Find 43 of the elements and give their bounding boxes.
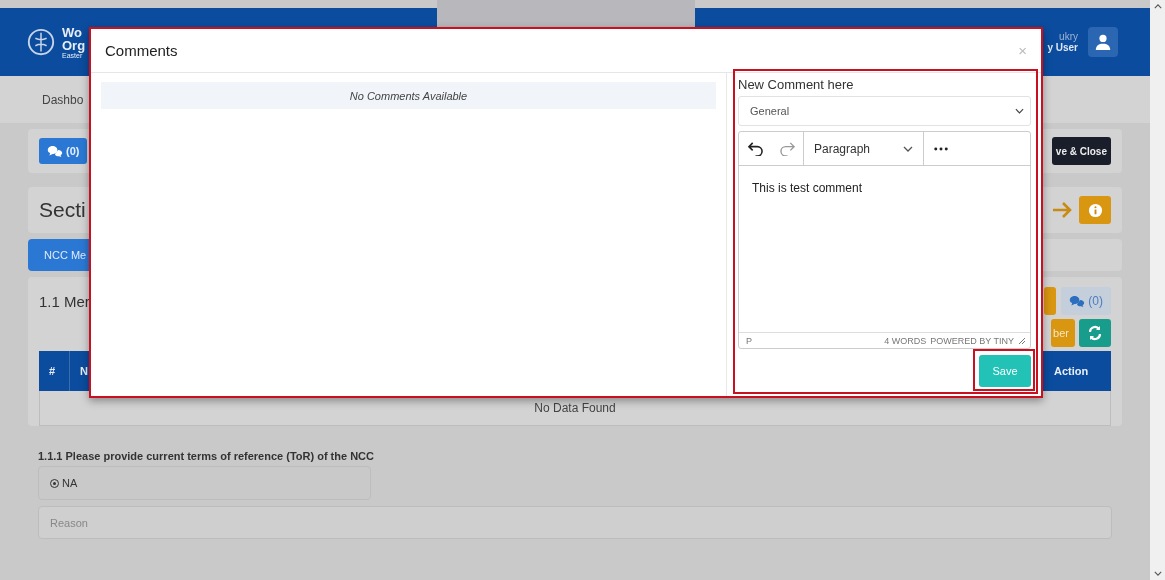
branding-link[interactable]: POWERED BY TINY (930, 335, 1014, 346)
arrow-right-icon (1051, 200, 1073, 220)
section-title: Secti (39, 198, 86, 222)
logo-text: Wo (62, 25, 83, 39)
scroll-down-icon[interactable] (1153, 571, 1162, 576)
subsection-title: 1.1 Mer (39, 292, 90, 310)
refresh-button[interactable] (1079, 319, 1111, 347)
column-header: # (39, 351, 70, 391)
radio-option[interactable]: NA (50, 477, 78, 489)
reason-field[interactable]: Reason (38, 506, 1112, 539)
scrollbar[interactable] (1150, 0, 1165, 580)
element-path: P (746, 335, 752, 346)
scroll-up-icon[interactable] (1153, 4, 1162, 9)
refresh-icon (1087, 325, 1103, 341)
chat-icon (47, 144, 63, 158)
chevron-down-icon (1015, 108, 1024, 114)
dialog-title: Comments (105, 42, 178, 59)
comments-button[interactable]: (0) (1061, 287, 1111, 315)
comments-button[interactable]: (0) (39, 138, 88, 164)
user-avatar-icon[interactable] (1088, 27, 1118, 57)
category-select[interactable]: General (738, 96, 1031, 126)
question-label: 1.1.1 Please provide current terms of reference (ToR) of the NCC (38, 450, 375, 462)
chat-icon (1069, 294, 1086, 308)
nav-link[interactable]: Dashbo (42, 92, 84, 107)
info-button[interactable] (1079, 196, 1111, 224)
form-title: New Comment here (738, 77, 855, 92)
redo-icon[interactable] (778, 141, 796, 156)
word-count: 4 WORDS (884, 335, 927, 346)
resize-handle-icon[interactable] (1018, 336, 1026, 345)
save-close-button[interactable]: ve & Close (1051, 137, 1111, 165)
chevron-down-icon (903, 145, 913, 152)
user-name: ukry (1059, 31, 1078, 42)
empty-comments-message: No Comments Available (101, 82, 716, 109)
emblem-icon (26, 27, 56, 57)
logo-text: Org (62, 38, 86, 52)
column-header: Action (1053, 364, 1090, 379)
editor-text[interactable]: This is test comment (739, 166, 1030, 332)
info-icon (1087, 202, 1103, 218)
block-format-dropdown[interactable]: Paragraph (804, 132, 924, 165)
user-role: y User (1047, 42, 1078, 53)
column-header: N (79, 364, 89, 379)
more-icon[interactable] (934, 146, 948, 151)
undo-icon[interactable] (746, 141, 764, 156)
